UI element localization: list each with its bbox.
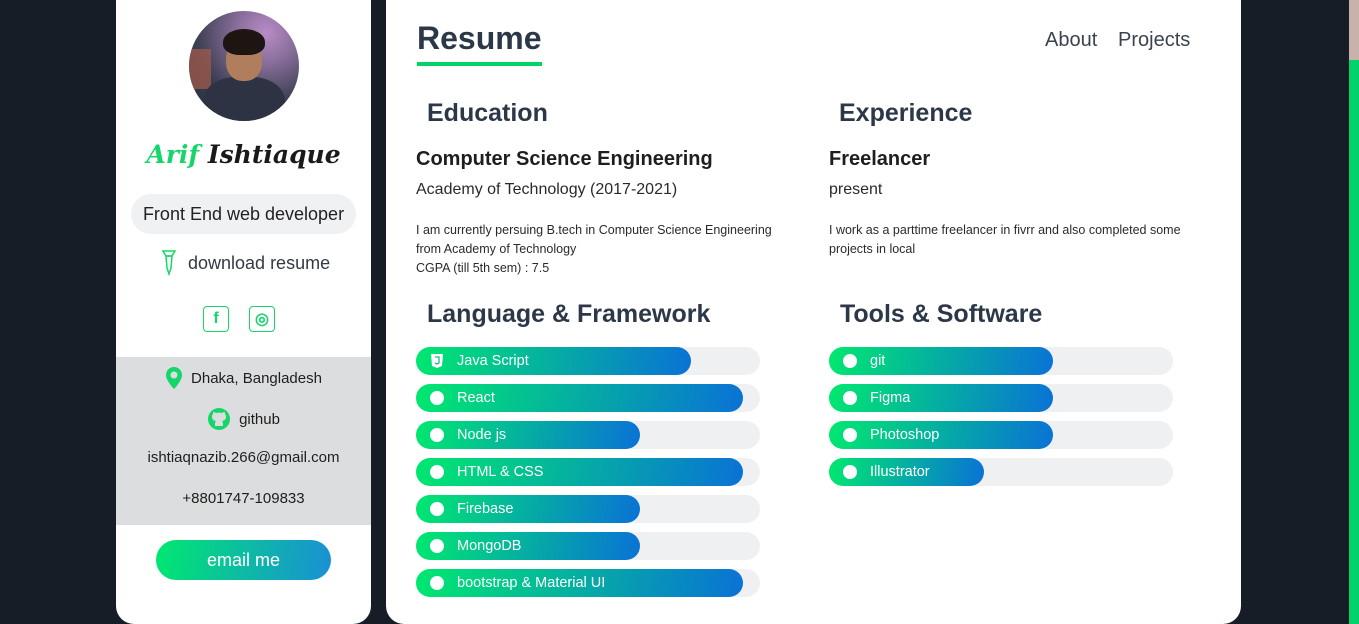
facebook-icon[interactable]: f xyxy=(203,306,229,332)
skill-label: HTML & CSS xyxy=(457,464,544,480)
skill-dot-icon xyxy=(843,391,857,405)
skill-label: React xyxy=(457,390,495,406)
skill-dot-icon xyxy=(843,354,857,368)
skill-bar: bootstrap & Material UI xyxy=(416,569,760,597)
github-link[interactable]: github xyxy=(239,411,280,428)
skill-bar: Illustrator xyxy=(829,458,1173,486)
skill-bar-fill xyxy=(829,347,1053,375)
scrollbar-top-segment xyxy=(1349,0,1359,60)
experience-desc-line: projects in local xyxy=(829,242,916,256)
skill-label: bootstrap & Material UI xyxy=(457,575,606,591)
skill-label: MongoDB xyxy=(457,538,522,554)
download-resume-link[interactable]: download resume xyxy=(160,249,330,277)
education-title: Computer Science Engineering xyxy=(416,148,713,170)
skill-bar: Firebase xyxy=(416,495,760,523)
location-text: Dhaka, Bangladesh xyxy=(191,369,322,387)
experience-desc-line: I work as a parttime freelancer in fivrr… xyxy=(829,223,1181,237)
skill-label: Java Script xyxy=(457,353,529,369)
skill-bar-fill xyxy=(416,421,640,449)
skill-dot-icon xyxy=(430,391,444,405)
experience-title: Freelancer xyxy=(829,148,931,170)
location-row: Dhaka, Bangladesh xyxy=(116,366,371,390)
skill-bar: Java Script xyxy=(416,347,760,375)
tie-icon xyxy=(161,250,177,276)
javascript-badge-icon xyxy=(431,354,443,368)
experience-heading: Experience xyxy=(839,99,973,127)
skill-bar: Figma xyxy=(829,384,1173,412)
nav-projects[interactable]: Projects xyxy=(1118,29,1190,52)
profile-sidebar: Arif Ishtiaque Front End web developer d… xyxy=(116,0,371,624)
skill-bar-fill xyxy=(829,384,1053,412)
education-heading: Education xyxy=(427,99,548,127)
avatar-hoodie xyxy=(203,77,285,121)
skill-label: git xyxy=(870,353,886,369)
skill-label: Figma xyxy=(870,390,911,406)
skill-dot-icon xyxy=(843,428,857,442)
education-desc-line: I am currently persuing B.tech in Comput… xyxy=(416,223,772,237)
education-description: I am currently persuing B.tech in Comput… xyxy=(416,221,772,278)
skill-bar: React xyxy=(416,384,760,412)
title-underline xyxy=(417,62,542,66)
languages-heading: Language & Framework xyxy=(427,300,711,328)
skill-label: Node js xyxy=(457,427,507,443)
education-desc-line: from Academy of Technology xyxy=(416,242,577,256)
profile-name: Arif Ishtiaque xyxy=(116,140,371,169)
skill-bar: Photoshop xyxy=(829,421,1173,449)
experience-period: present xyxy=(829,181,883,198)
email-me-button[interactable]: email me xyxy=(156,540,331,580)
avatar-background-shelf xyxy=(189,49,211,89)
skill-label: Illustrator xyxy=(870,464,930,480)
download-resume-label: download resume xyxy=(188,252,331,273)
education-cgpa: CGPA (till 5th sem) : 7.5 xyxy=(416,261,550,275)
education-institution: Academy of Technology (2017-2021) xyxy=(416,181,678,198)
tools-heading: Tools & Software xyxy=(840,300,1043,328)
skill-dot-icon xyxy=(430,502,444,516)
skill-dot-icon xyxy=(430,428,444,442)
skill-bar-fill xyxy=(416,495,640,523)
github-icon xyxy=(208,408,231,430)
github-row[interactable]: github xyxy=(116,407,371,431)
avatar xyxy=(189,11,299,121)
phone-text: +8801747-109833 xyxy=(182,490,305,507)
skill-bar-fill xyxy=(829,421,1053,449)
contact-info: Dhaka, Bangladesh github ishtiaqnazib.26… xyxy=(116,357,371,525)
skill-label: Firebase xyxy=(457,501,514,517)
skill-bar: MongoDB xyxy=(416,532,760,560)
skill-dot-icon xyxy=(843,465,857,479)
experience-description: I work as a parttime freelancer in fivrr… xyxy=(829,221,1181,259)
facebook-glyph: f xyxy=(213,310,219,327)
phone-row: +8801747-109833 xyxy=(116,490,371,507)
email-text: ishtiaqnazib.266@gmail.com xyxy=(147,449,340,466)
skill-dot-icon xyxy=(430,576,444,590)
avatar-hair xyxy=(223,29,265,55)
instagram-icon[interactable]: ◎ xyxy=(249,306,275,332)
location-pin-icon xyxy=(166,367,183,389)
skill-bar: HTML & CSS xyxy=(416,458,760,486)
skill-bar: git xyxy=(829,347,1173,375)
resume-panel: Resume About Projects Education Computer… xyxy=(386,0,1241,624)
instagram-glyph: ◎ xyxy=(255,311,269,328)
first-name: Arif xyxy=(146,140,200,169)
role-badge: Front End web developer xyxy=(131,194,356,234)
skill-bar: Node js xyxy=(416,421,760,449)
email-row: ishtiaqnazib.266@gmail.com xyxy=(116,449,371,466)
skill-label: Photoshop xyxy=(870,427,940,443)
page-title: Resume xyxy=(417,20,542,56)
skill-dot-icon xyxy=(430,465,444,479)
scrollbar-thumb[interactable] xyxy=(1349,60,1359,624)
nav-about[interactable]: About xyxy=(1045,29,1097,52)
last-name: Ishtiaque xyxy=(207,140,341,169)
skill-dot-icon xyxy=(430,539,444,553)
skill-bar-fill xyxy=(416,532,640,560)
